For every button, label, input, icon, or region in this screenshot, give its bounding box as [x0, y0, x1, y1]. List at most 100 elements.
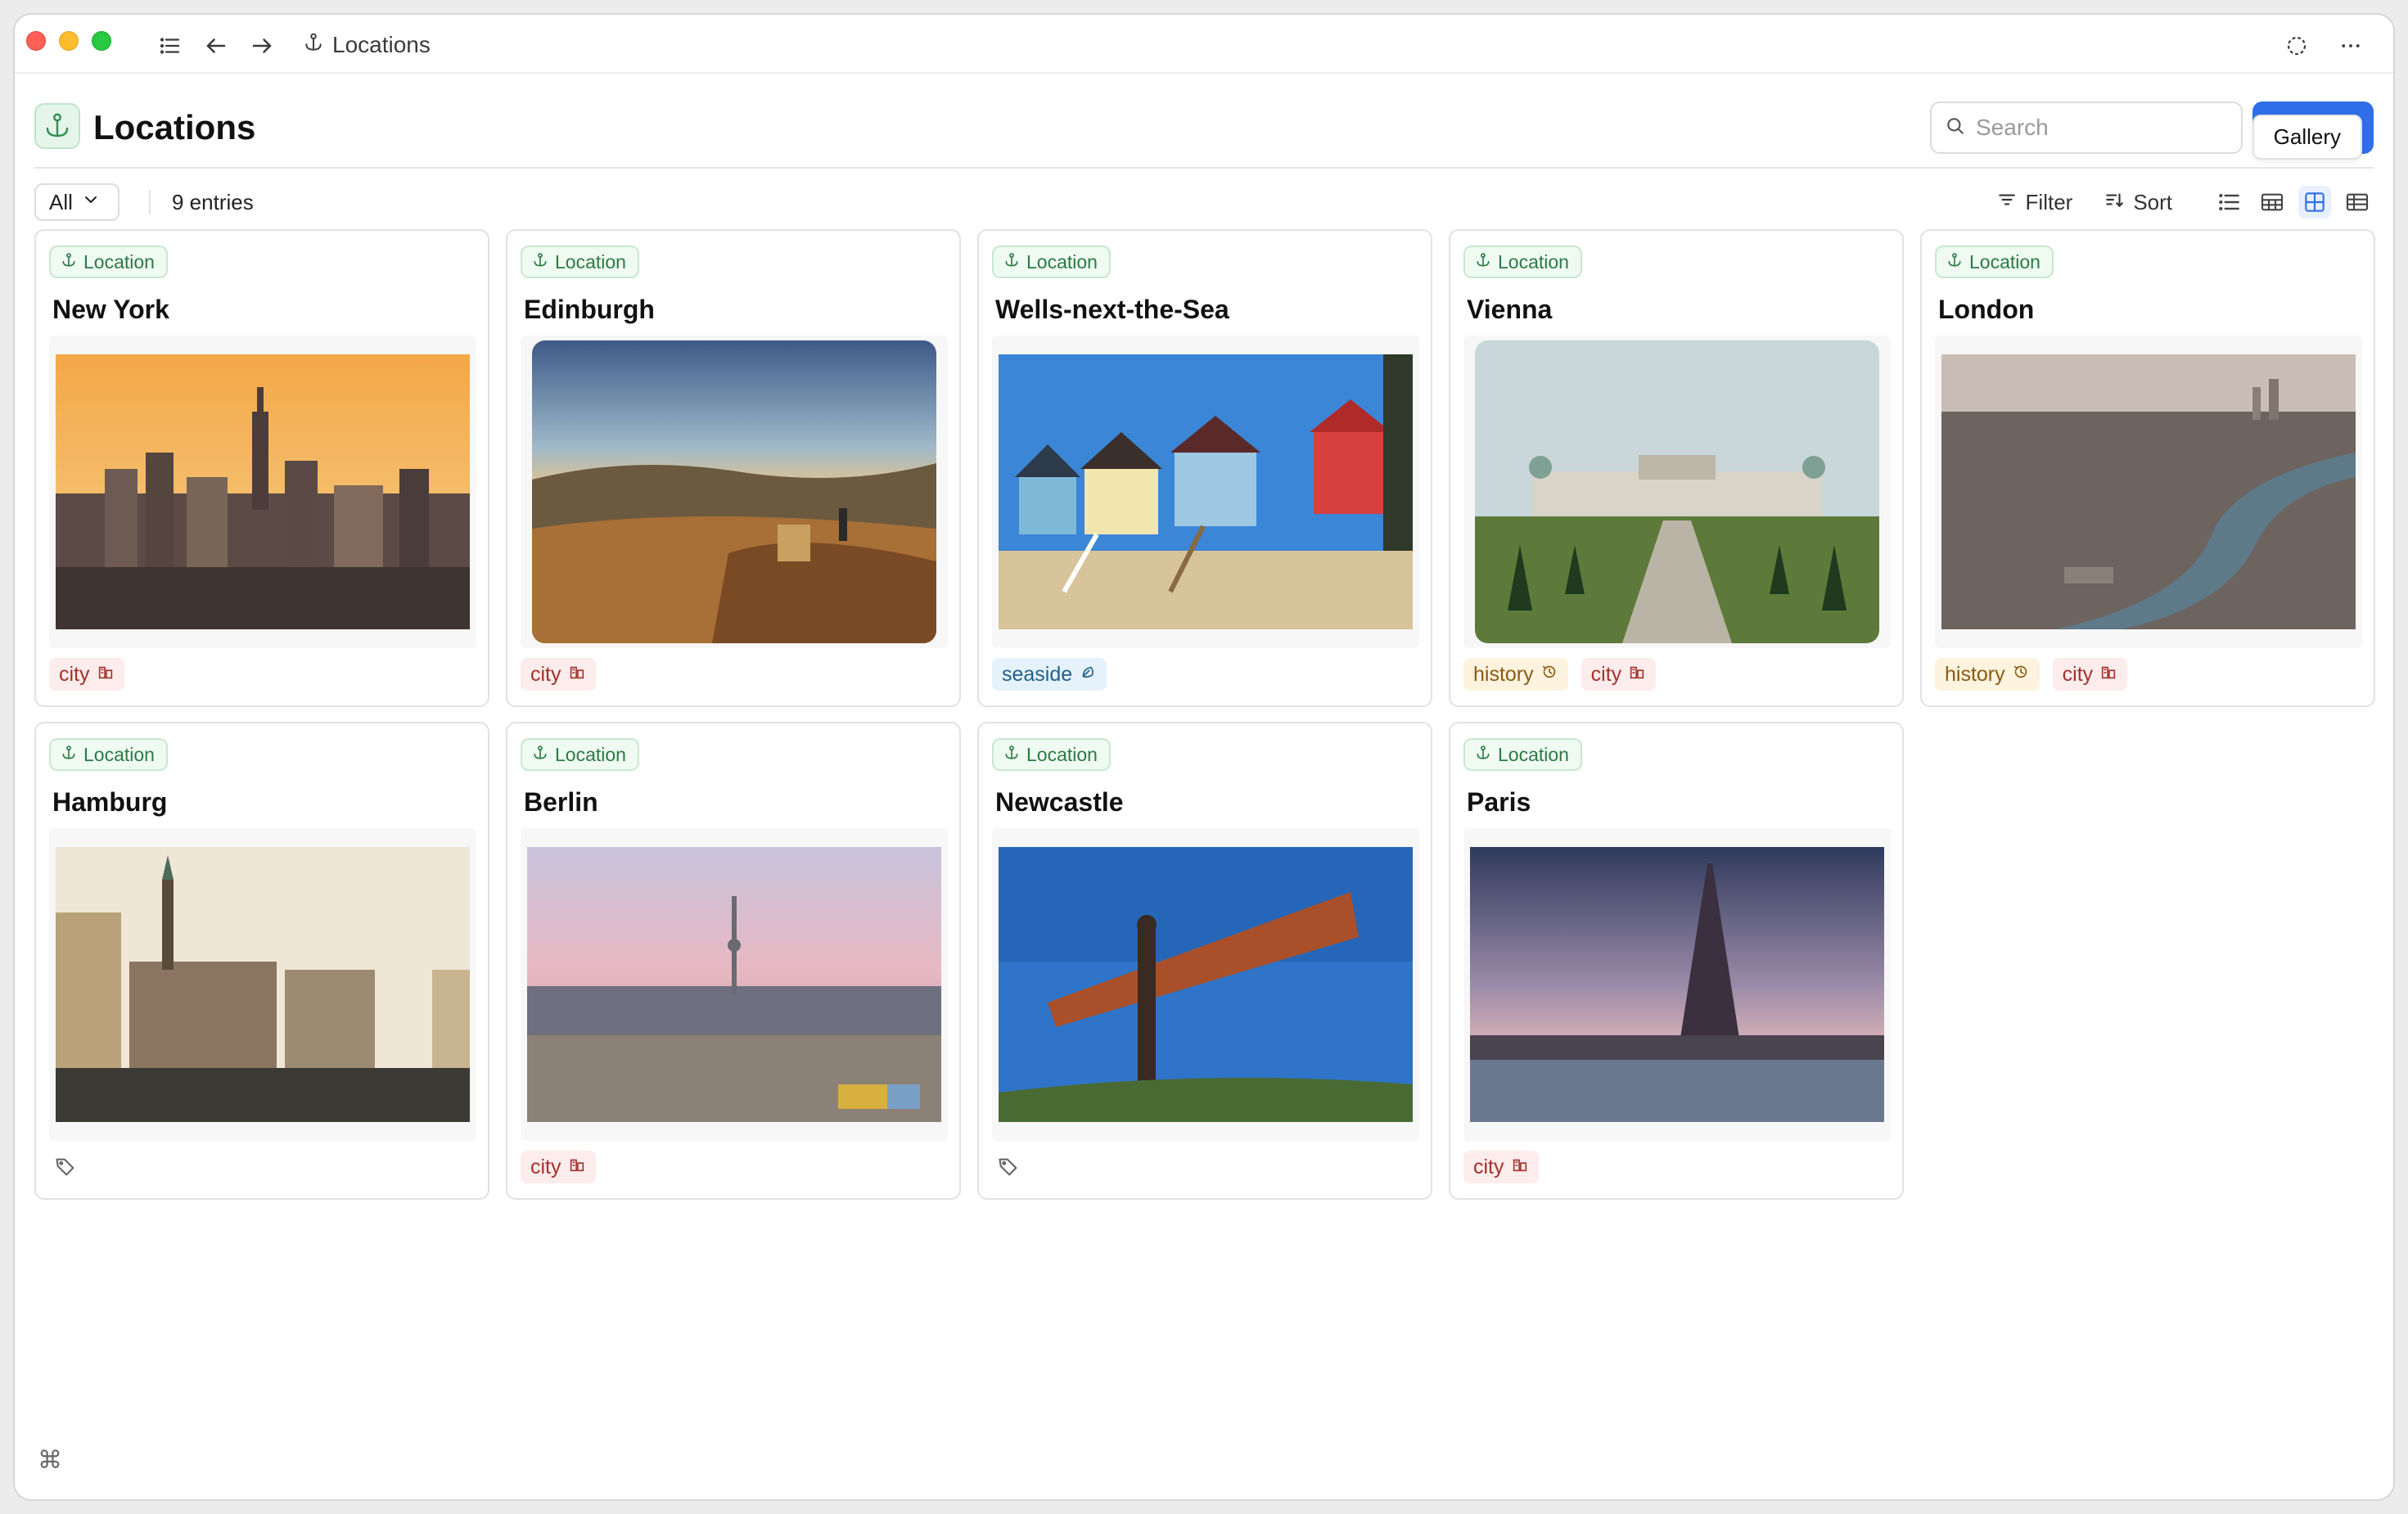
- board-view-icon[interactable]: [2256, 186, 2289, 219]
- card-media: [49, 828, 476, 1141]
- card-title: Vienna: [1467, 295, 1553, 324]
- anchor-icon: [532, 251, 548, 273]
- type-badge[interactable]: Location: [1935, 246, 2054, 278]
- type-badge-label: Location: [555, 250, 626, 273]
- sidebar-toggle-icon[interactable]: [154, 29, 187, 62]
- forward-arrow-icon[interactable]: [246, 29, 278, 62]
- type-badge[interactable]: Location: [1463, 246, 1582, 278]
- list-view-icon[interactable]: [2213, 186, 2246, 219]
- command-icon[interactable]: ⌘: [38, 1446, 62, 1475]
- type-badge-label: Location: [83, 743, 155, 765]
- card-vienna[interactable]: Location Vienna history city: [1449, 229, 1904, 707]
- card-paris[interactable]: Location Paris city: [1449, 722, 1904, 1200]
- type-badge-label: Location: [1026, 743, 1098, 765]
- close-window-button[interactable]: [26, 31, 46, 51]
- tag-city[interactable]: city: [1463, 1151, 1539, 1183]
- tag-label: history: [1945, 662, 2005, 686]
- card-wells-next-the-sea[interactable]: Location Wells-next-the-Sea seaside: [977, 229, 1432, 707]
- card-title: Wells-next-the-Sea: [995, 295, 1229, 324]
- card-tags: city: [521, 658, 596, 691]
- tag-outline-icon[interactable]: [49, 1151, 82, 1183]
- breadcrumb-label: Locations: [332, 32, 431, 57]
- type-badge-label: Location: [555, 743, 626, 765]
- card-media: [1463, 336, 1891, 648]
- history-icon: [1540, 663, 1558, 687]
- card-edinburgh[interactable]: Location Edinburgh city: [506, 229, 961, 707]
- sync-icon[interactable]: [2280, 29, 2313, 62]
- tag-city[interactable]: city: [49, 658, 124, 691]
- tag-label: history: [1473, 662, 1534, 686]
- tag-label: city: [59, 662, 90, 686]
- card-title: Paris: [1467, 787, 1531, 817]
- type-badge-label: Location: [1498, 250, 1569, 273]
- type-badge-label: Location: [83, 250, 155, 273]
- card-tags: city: [521, 1151, 596, 1183]
- page-header: Locations Gallery: [34, 90, 2374, 169]
- scope-dropdown[interactable]: All: [34, 183, 119, 221]
- card-title: Edinburgh: [524, 295, 655, 324]
- tag-city[interactable]: city: [1581, 658, 1657, 691]
- more-options-icon[interactable]: [2334, 29, 2367, 62]
- back-arrow-icon[interactable]: [200, 29, 232, 62]
- type-badge[interactable]: Location: [992, 246, 1111, 278]
- card-tags: history city: [1935, 658, 2128, 691]
- minimize-window-button[interactable]: [59, 31, 79, 51]
- card-title: Berlin: [524, 787, 598, 817]
- table-view-icon[interactable]: [2341, 186, 2374, 219]
- breadcrumb[interactable]: Locations: [303, 26, 431, 64]
- filter-button[interactable]: Filter: [1996, 189, 2072, 216]
- card-london[interactable]: Location London history city: [1920, 229, 2375, 707]
- sort-label: Sort: [2133, 189, 2172, 214]
- search-icon: [1945, 115, 1966, 141]
- type-badge-label: Location: [1026, 250, 1098, 273]
- tag-seaside[interactable]: seaside: [992, 658, 1107, 691]
- sort-button[interactable]: Sort: [2104, 189, 2172, 216]
- zoom-window-button[interactable]: [92, 31, 111, 51]
- sort-icon: [2104, 189, 2125, 216]
- card-media: [521, 336, 948, 648]
- type-badge-label: Location: [1498, 743, 1569, 765]
- angel-of-the-north-photo: [999, 847, 1413, 1122]
- gallery-view-icon[interactable]: [2298, 186, 2331, 219]
- london-thames-aerial-photo: [1941, 354, 2356, 629]
- card-berlin[interactable]: Location Berlin city: [506, 722, 961, 1200]
- anchor-icon: [1475, 744, 1491, 766]
- type-badge[interactable]: Location: [992, 738, 1111, 771]
- tag-history[interactable]: history: [1463, 658, 1568, 691]
- tag-city[interactable]: city: [521, 658, 596, 691]
- type-badge[interactable]: Location: [521, 246, 639, 278]
- type-badge[interactable]: Location: [49, 246, 168, 278]
- tag-city[interactable]: city: [2052, 658, 2128, 691]
- building-icon: [568, 663, 586, 687]
- new-york-skyline-photo: [56, 354, 470, 629]
- tag-label: seaside: [1002, 662, 1073, 686]
- search-input[interactable]: [1976, 115, 2221, 141]
- card-new-york[interactable]: Location New York city: [34, 229, 489, 707]
- beach-huts-photo: [999, 354, 1413, 629]
- anchor-icon: [1003, 251, 1020, 273]
- search-box[interactable]: [1930, 101, 2243, 154]
- building-icon: [568, 1156, 586, 1179]
- card-tags: [992, 1151, 1025, 1183]
- card-title: Newcastle: [995, 787, 1124, 817]
- card-hamburg[interactable]: Location Hamburg: [34, 722, 489, 1200]
- anchor-icon: [1475, 251, 1491, 273]
- card-media: [521, 828, 948, 1141]
- tag-label: city: [530, 662, 561, 686]
- hamburg-rathaus-photo: [56, 847, 470, 1122]
- shell-icon: [1079, 663, 1097, 687]
- building-icon: [97, 663, 115, 687]
- type-badge[interactable]: Location: [521, 738, 639, 771]
- tag-city[interactable]: city: [521, 1151, 596, 1183]
- filter-icon: [1996, 189, 2018, 216]
- card-tags: history city: [1463, 658, 1657, 691]
- gallery-tooltip: Gallery: [2252, 115, 2362, 160]
- tag-history[interactable]: history: [1935, 658, 2040, 691]
- tag-label: city: [1590, 662, 1622, 686]
- card-newcastle[interactable]: Location Newcastle: [977, 722, 1432, 1200]
- view-controls: Filter Sort: [1996, 183, 2374, 221]
- tag-outline-icon[interactable]: [992, 1151, 1025, 1183]
- tag-label: city: [530, 1155, 561, 1178]
- type-badge[interactable]: Location: [1463, 738, 1582, 771]
- type-badge[interactable]: Location: [49, 738, 168, 771]
